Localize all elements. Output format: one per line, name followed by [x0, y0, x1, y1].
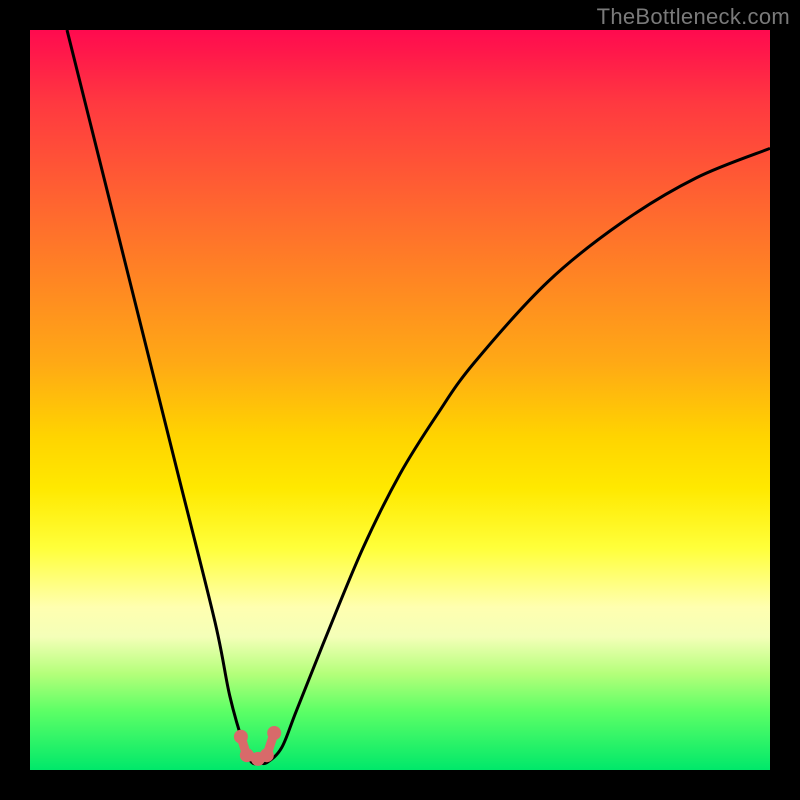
- marker-dot: [234, 730, 248, 744]
- chart-frame: TheBottleneck.com: [0, 0, 800, 800]
- marker-dot: [267, 726, 281, 740]
- plot-area: [30, 30, 770, 770]
- curve-svg: [30, 30, 770, 770]
- marker-dot: [260, 748, 274, 762]
- watermark-text: TheBottleneck.com: [597, 4, 790, 30]
- bottleneck-curve: [67, 30, 770, 764]
